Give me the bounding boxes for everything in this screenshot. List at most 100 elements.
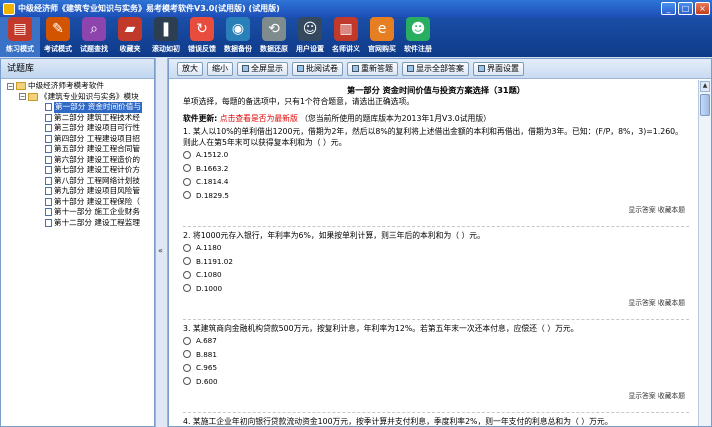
toolbar-item-9[interactable]: ▥ 名师讲义 (328, 17, 364, 57)
answer-option[interactable]: B.881 (183, 348, 689, 362)
chapter-item[interactable]: 第五部分 建设工程合同管 (1, 144, 154, 155)
show-all-answers-button[interactable]: 显示全部答案 (402, 61, 469, 76)
toolbar-item-5[interactable]: ↻ 错误反馈 (184, 17, 220, 57)
chapter-label: 第一部分 资金时间价值与 (54, 102, 142, 113)
radio-button[interactable] (183, 363, 191, 372)
toolbar-item-label: 名师讲义 (332, 45, 360, 53)
settings-icon (478, 65, 485, 72)
toolbar-item-label: 数据还原 (260, 45, 288, 53)
option-label: B.881 (196, 349, 217, 359)
update-link[interactable]: 点击查看是否为最新版 (220, 114, 298, 123)
chapter-item[interactable]: 第八部分 工程网络计划技 (1, 176, 154, 187)
close-button[interactable]: × (695, 2, 710, 15)
chapter-item[interactable]: 第九部分 建设项目风险管 (1, 186, 154, 197)
radio-button[interactable] (183, 257, 191, 266)
option-label: C.1080 (196, 270, 222, 280)
answer-option[interactable]: B.1663.2 (183, 162, 689, 176)
radio-button[interactable] (183, 336, 191, 345)
collect-question-link[interactable]: 收藏本题 (658, 299, 685, 307)
answer-option[interactable]: C.1814.4 (183, 175, 689, 189)
toolbar-item-6[interactable]: ◉ 数据备份 (220, 17, 256, 57)
toolbar-item-1[interactable]: ✎ 考试模式 (40, 17, 76, 57)
radio-button[interactable] (183, 150, 191, 159)
scroll-thumb[interactable] (700, 94, 710, 116)
option-label: A.1512.0 (196, 150, 229, 160)
radio-button[interactable] (183, 164, 191, 173)
chapter-item[interactable]: 第四部分 工程建设项目招 (1, 134, 154, 145)
answer-option[interactable]: D.1829.5 (183, 189, 689, 203)
radio-button[interactable] (183, 243, 191, 252)
chapter-item[interactable]: 第一部分 资金时间价值与 (1, 102, 154, 113)
tree-root[interactable]: − 中级经济师考模考软件 (1, 81, 154, 92)
grade-icon (297, 65, 304, 72)
question-block: 3. 某建筑商向金融机构贷款500万元，按复利计息，年利率为12%。若第五年末一… (183, 319, 689, 400)
answer-option[interactable]: D.600 (183, 375, 689, 389)
show-answer-link[interactable]: 显示答案 (628, 299, 655, 307)
chapter-item[interactable]: 第七部分 建设工程计价方 (1, 165, 154, 176)
collapse-left-icon[interactable]: « (158, 246, 163, 255)
zoom-in-button[interactable]: 放大 (177, 61, 203, 76)
minimize-button[interactable]: _ (661, 2, 676, 15)
chapter-item[interactable]: 第三部分 建设项目可行性 (1, 123, 154, 134)
zoom-out-button[interactable]: 缩小 (207, 61, 233, 76)
document-icon (45, 134, 52, 143)
show-answer-link[interactable]: 显示答案 (628, 392, 655, 400)
chapter-label: 第五部分 建设工程合同管 (54, 144, 140, 153)
question-panel: 放大 缩小 全屏显示 批阅试卷 重新答题 显示全部答案 界面设置 第一部分 资金… (168, 58, 712, 427)
vertical-scrollbar[interactable]: ▲ (698, 80, 711, 426)
toolbar-item-2[interactable]: ⌕ 试题查找 (76, 17, 112, 57)
collapse-icon[interactable]: − (7, 82, 14, 90)
option-label: D.1829.5 (196, 190, 229, 200)
title-bar: 中级经济师《建筑专业知识与实务》易考模考软件V3.0(试用版) (试用版) _ … (0, 0, 712, 17)
maximize-button[interactable]: □ (678, 2, 693, 15)
show-answer-link[interactable]: 显示答案 (628, 206, 655, 214)
answer-option[interactable]: A.1512.0 (183, 148, 689, 162)
magnifier-icon: ⌕ (82, 17, 106, 41)
answer-option[interactable]: A.1180 (183, 241, 689, 255)
toolbar-item-0[interactable]: ▤ 练习模式 (0, 17, 40, 57)
question-actions: 显示答案 收藏本题 (183, 297, 689, 307)
answer-option[interactable]: A.687 (183, 334, 689, 348)
document-icon (45, 166, 52, 175)
collect-question-link[interactable]: 收藏本题 (658, 392, 685, 400)
answers-icon (407, 65, 414, 72)
answer-option[interactable]: C.1080 (183, 268, 689, 282)
radio-button[interactable] (183, 350, 191, 359)
answer-option[interactable]: B.1191.02 (183, 255, 689, 269)
answer-option[interactable]: C.965 (183, 361, 689, 375)
scroll-up-icon[interactable]: ▲ (700, 81, 710, 92)
toolbar-item-10[interactable]: e 官网购买 (364, 17, 400, 57)
chapter-item[interactable]: 第十一部分 施工企业财务 (1, 207, 154, 218)
grade-paper-button[interactable]: 批阅试卷 (292, 61, 343, 76)
toolbar-item-label: 考试模式 (44, 45, 72, 53)
fullscreen-button[interactable]: 全屏显示 (237, 61, 288, 76)
chapter-item[interactable]: 第六部分 建设工程造价的 (1, 155, 154, 166)
question-block: 2. 将1000元存入银行，年利率为6%，如果按单利计算，则三年后的本利和为（ … (183, 226, 689, 307)
chapter-item[interactable]: 第十部分 建设工程保险（ (1, 197, 154, 208)
document-icon (45, 197, 52, 206)
collapse-icon[interactable]: − (19, 93, 26, 101)
toolbar-item-7[interactable]: ⟲ 数据还原 (256, 17, 292, 57)
book-icon: ▥ (334, 17, 358, 41)
radio-button[interactable] (183, 284, 191, 293)
radio-button[interactable] (183, 191, 191, 200)
folder-icon (28, 92, 38, 101)
toolbar-item-11[interactable]: ☻ 软件注册 (400, 17, 436, 57)
collect-question-link[interactable]: 收藏本题 (658, 206, 685, 214)
toolbar-item-3[interactable]: ▰ 收藏夹 (112, 17, 148, 57)
toolbar-item-8[interactable]: ☺ 用户设置 (292, 17, 328, 57)
toolbar-item-label: 试题查找 (80, 45, 108, 53)
panel-splitter[interactable]: « (155, 58, 168, 427)
chapter-item[interactable]: 第十二部分 建设工程监理 (1, 218, 154, 229)
radio-button[interactable] (183, 377, 191, 386)
radio-button[interactable] (183, 270, 191, 279)
answer-option[interactable]: D.1000 (183, 282, 689, 296)
radio-button[interactable] (183, 177, 191, 186)
reanswer-icon (352, 65, 359, 72)
interface-settings-button[interactable]: 界面设置 (473, 61, 524, 76)
reanswer-button[interactable]: 重新答题 (347, 61, 398, 76)
chapter-item[interactable]: 第二部分 建筑工程技术经 (1, 113, 154, 124)
update-line: 软件更新: 点击查看是否为最新版 （您当前所使用的题库版本为2013年1月V3.… (183, 113, 689, 123)
toolbar-item-4[interactable]: ❚ 滚动如初 (148, 17, 184, 57)
tree-book[interactable]: − 《建筑专业知识与实务》模块 (1, 92, 154, 103)
